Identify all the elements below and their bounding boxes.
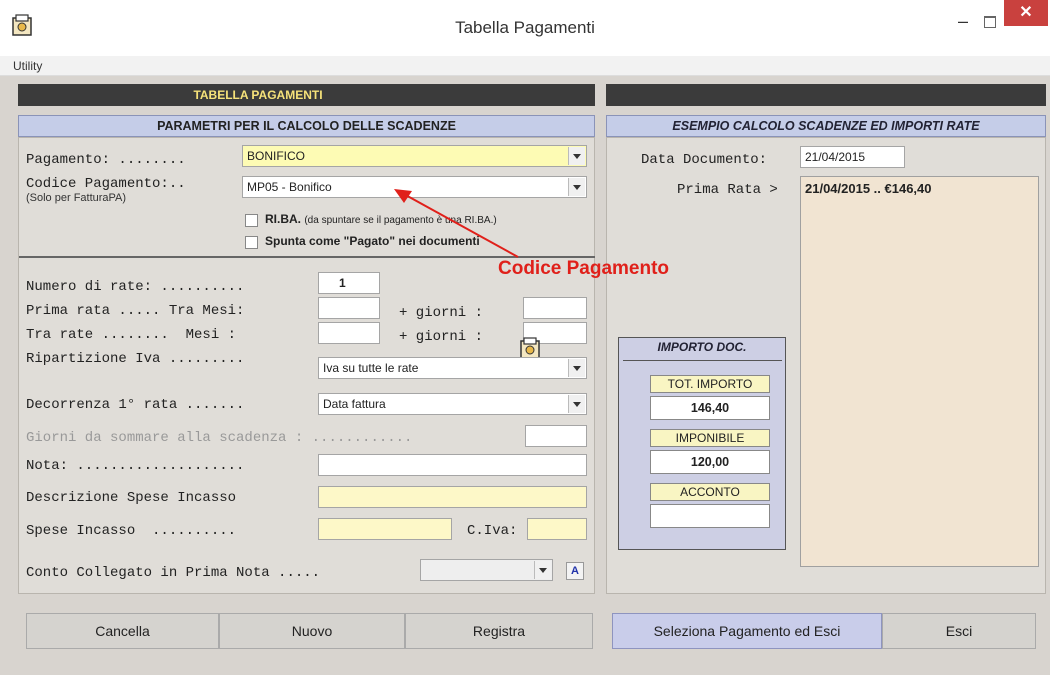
importo-doc-title: IMPORTO DOC. (657, 340, 747, 354)
right-header-bar (606, 84, 1046, 106)
decorrenza-value: Data fattura (323, 397, 386, 411)
ripartizione-iva-label: Ripartizione Iva ......... (26, 351, 245, 367)
esci-button[interactable]: Esci (882, 613, 1036, 649)
prima-rata-giorni-label: + giorni : (399, 305, 484, 321)
rate-list[interactable]: 21/04/2015 .. €146,40 (800, 176, 1039, 567)
giorni-sommare-label: Giorni da sommare alla scadenza : ......… (26, 430, 413, 446)
importo-divider (623, 360, 782, 361)
pagamento-value: BONIFICO (247, 149, 306, 163)
chevron-down-icon[interactable] (568, 147, 585, 165)
chevron-down-icon[interactable] (568, 395, 585, 413)
maximize-button[interactable] (976, 8, 1002, 34)
prima-rata-example-label: Prima Rata > (677, 182, 778, 198)
prima-rata-mesi-input[interactable] (318, 297, 380, 319)
tot-importo-value: 146,40 (650, 396, 770, 420)
acconto-label: ACCONTO (650, 483, 770, 501)
registra-button[interactable]: Registra (405, 613, 593, 649)
nuovo-button[interactable]: Nuovo (219, 613, 405, 649)
window-title: Tabella Pagamenti (455, 18, 595, 37)
imponibile-value: 120,00 (650, 450, 770, 474)
nota-input[interactable] (318, 454, 587, 476)
menu-utility[interactable]: Utility (13, 59, 42, 73)
close-button[interactable]: ✕ (1004, 0, 1048, 26)
num-rate-input[interactable]: 1 (318, 272, 380, 294)
prima-rata-giorni-input[interactable] (523, 297, 587, 319)
rate-list-item: 21/04/2015 .. €146,40 (805, 181, 932, 196)
riba-checkbox[interactable] (245, 214, 258, 227)
ripartizione-iva-select[interactable]: Iva su tutte le rate (318, 357, 587, 379)
annotation-arrow-icon (394, 189, 519, 258)
pagamento-select[interactable]: BONIFICO (242, 145, 587, 167)
acconto-input[interactable] (650, 504, 770, 528)
nota-label: Nota: .................... (26, 458, 245, 474)
conto-collegato-select[interactable] (420, 559, 553, 581)
giorni-sommare-input[interactable] (525, 425, 587, 447)
data-documento-label: Data Documento: (641, 152, 768, 168)
spunta-pagato-checkbox[interactable] (245, 236, 258, 249)
spese-incasso-label: Spese Incasso .......... (26, 523, 237, 539)
tra-rate-label: Tra rate ........ Mesi : (26, 327, 237, 343)
tra-rate-mesi-input[interactable] (318, 322, 380, 344)
chevron-down-icon[interactable] (568, 359, 585, 377)
civa-input[interactable] (527, 518, 587, 540)
seleziona-pagamento-button[interactable]: Seleziona Pagamento ed Esci (612, 613, 882, 649)
right-section-title: ESEMPIO CALCOLO SCADENZE ED IMPORTI RATE (606, 115, 1046, 137)
riba-bold: RI.BA. (265, 212, 301, 226)
codice-pagamento-value: MP05 - Bonifico (247, 180, 332, 194)
data-documento-input[interactable]: 21/04/2015 (800, 146, 905, 168)
desc-spese-input[interactable] (318, 486, 587, 508)
prima-rata-label: Prima rata ..... Tra Mesi: (26, 303, 245, 319)
codice-pagamento-annotation: Codice Pagamento (498, 258, 670, 279)
decorrenza-label: Decorrenza 1° rata ....... (26, 397, 245, 413)
codice-pagamento-label: Codice Pagamento:.. (26, 176, 186, 192)
pagamento-label: Pagamento: ........ (26, 152, 186, 168)
spese-incasso-input[interactable] (318, 518, 452, 540)
decorrenza-select[interactable]: Data fattura (318, 393, 587, 415)
menu-bar (0, 56, 1050, 76)
tra-rate-giorni-label: + giorni : (399, 329, 484, 345)
chevron-down-icon[interactable] (568, 178, 585, 196)
left-section-title: PARAMETRI PER IL CALCOLO DELLE SCADENZE (18, 115, 595, 137)
desc-spese-label: Descrizione Spese Incasso (26, 490, 237, 506)
ripartizione-iva-value: Iva su tutte le rate (323, 361, 419, 375)
left-header-title: TABELLA PAGAMENTI (193, 88, 323, 102)
num-rate-label: Numero di rate: .......... (26, 279, 245, 295)
cancella-button[interactable]: Cancella (26, 613, 219, 649)
tot-importo-label: TOT. IMPORTO (650, 375, 770, 393)
minimize-button[interactable]: – (950, 8, 976, 34)
conto-collegato-add-button[interactable]: A (566, 562, 584, 580)
imponibile-label: IMPONIBILE (650, 429, 770, 447)
conto-collegato-label: Conto Collegato in Prima Nota ..... (26, 565, 321, 581)
chevron-down-icon[interactable] (534, 561, 551, 579)
civa-label: C.Iva: (467, 523, 518, 539)
codice-pagamento-sublabel: (Solo per FatturaPA) (26, 192, 127, 204)
